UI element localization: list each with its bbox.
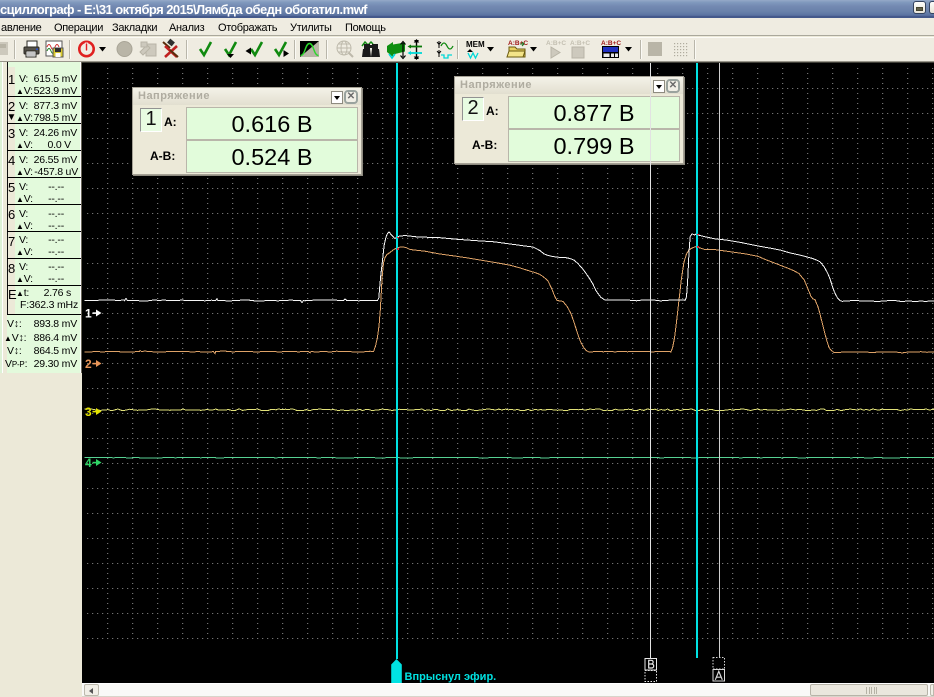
svg-text:MEM: MEM xyxy=(466,40,485,49)
svg-text:A:B+C: A:B+C xyxy=(570,40,590,47)
svg-text:4: 4 xyxy=(85,456,92,470)
svg-text:A:B+C: A:B+C xyxy=(508,40,528,47)
svg-text:1: 1 xyxy=(85,307,92,321)
svg-text:Впрыснул эфир.: Впрыснул эфир. xyxy=(405,671,497,683)
svg-text:A:B+C: A:B+C xyxy=(601,40,621,47)
svg-text:3: 3 xyxy=(85,405,92,419)
svg-text:2: 2 xyxy=(85,357,92,371)
svg-text:A:B+C: A:B+C xyxy=(546,40,566,47)
